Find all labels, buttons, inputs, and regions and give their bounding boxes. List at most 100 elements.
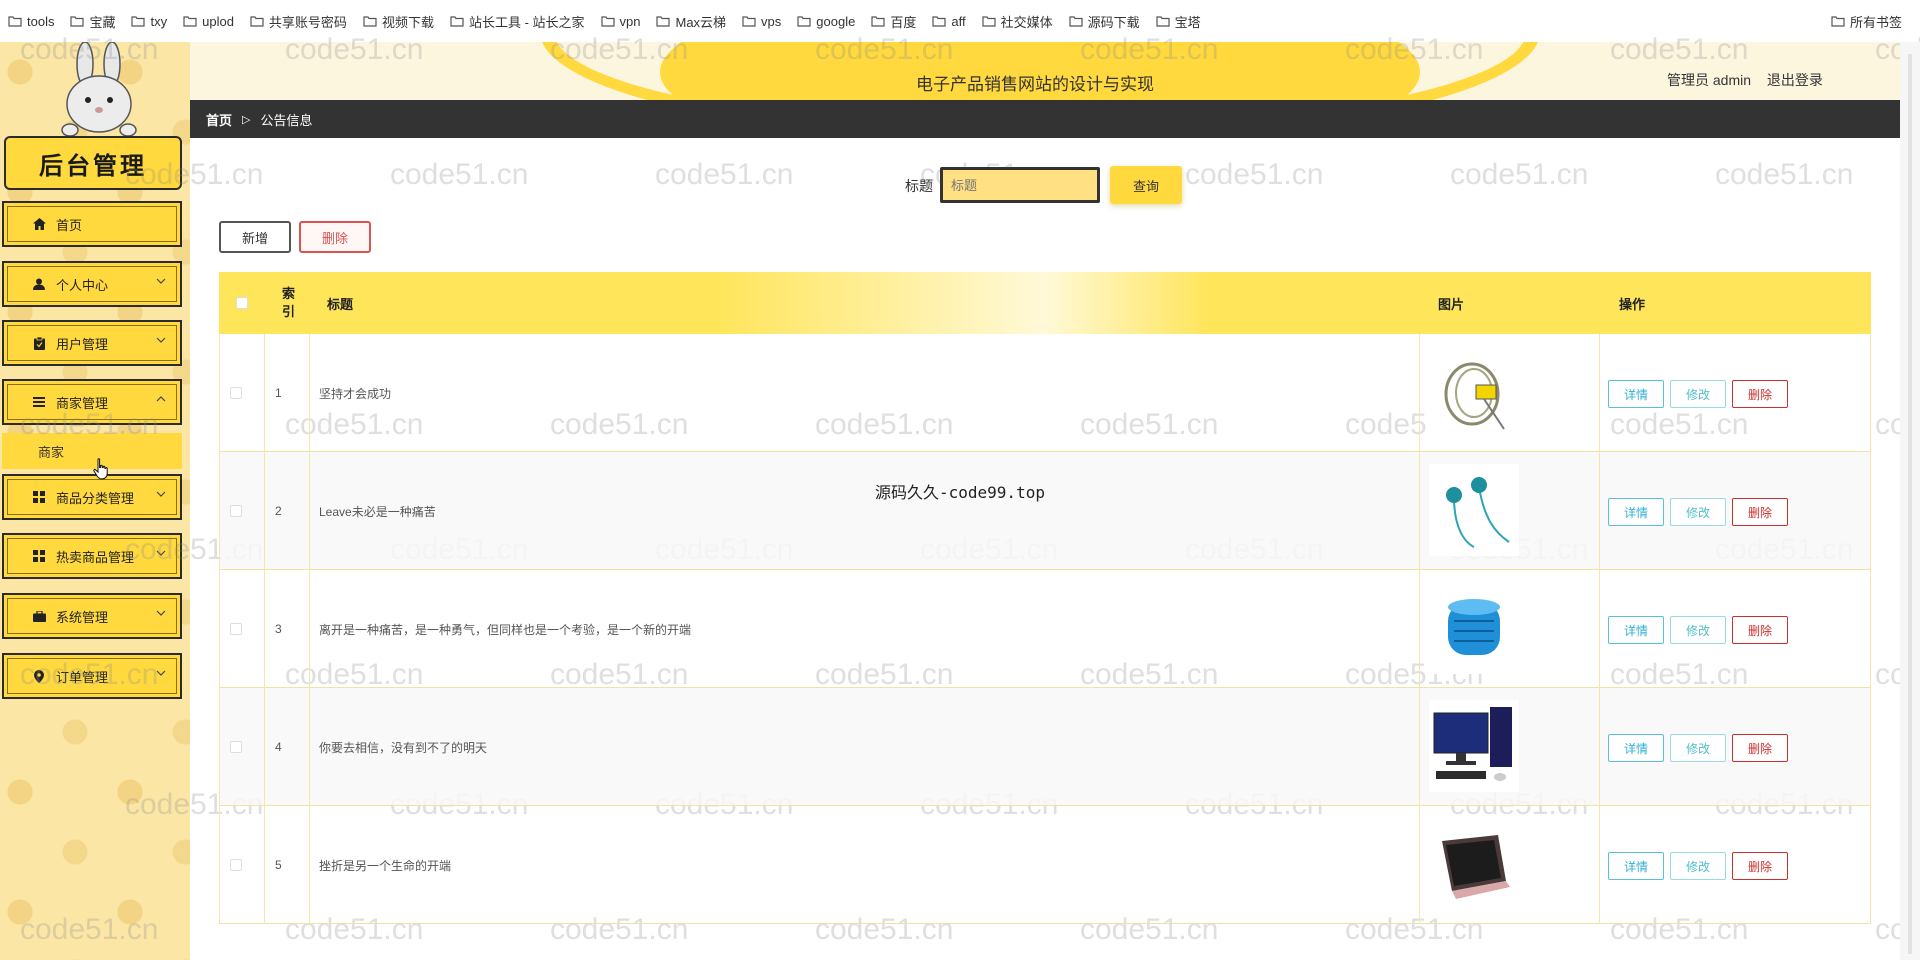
menu-item-personal-center[interactable]: 个人中心 [2,261,182,307]
folder-icon [250,16,264,27]
bookmark-item[interactable]: aff [932,13,966,29]
detail-button[interactable]: 详情 [1608,616,1664,644]
menu-item-order-management[interactable]: 订单管理 [2,653,182,699]
row-title: 挫折是另一个生命的开端 [319,858,452,873]
row-index: 1 [275,386,282,400]
row-title: 坚持才会成功 [319,386,392,401]
row-title: Leave未必是一种痛苦 [319,504,436,519]
chevron-down-icon [156,337,166,343]
detail-button[interactable]: 详情 [1608,498,1664,526]
bookmark-label: 宝塔 [1174,14,1201,30]
list-icon [32,395,46,409]
bookmark-label: 百度 [890,14,917,30]
table-row: 3 离开是一种痛苦，是一种勇气，但同样也是一个考验，是一个新的开端 详情 修改 删除 [219,570,1871,688]
detail-button[interactable]: 详情 [1608,852,1664,880]
watermark-text: code51.cn [655,158,794,191]
detail-button[interactable]: 详情 [1608,380,1664,408]
laptop-product-image [1429,818,1519,910]
detail-button[interactable]: 详情 [1608,734,1664,762]
bookmark-label: 共享账号密码 [268,14,347,30]
folder-icon [797,16,811,27]
bookmark-item[interactable]: uplod [183,14,234,29]
bookmark-item[interactable]: tools [8,14,54,29]
row-title: 你要去相信，没有到不了的明天 [319,740,488,755]
delete-button[interactable]: 删除 [1732,852,1788,880]
bookmark-item[interactable]: 百度 [871,12,916,31]
bookmark-label: Max云梯 [675,14,727,30]
bookmark-item[interactable]: 源码下载 [1068,12,1140,31]
bookmark-item[interactable]: 社交媒体 [981,12,1053,31]
menu-item-system-management[interactable]: 系统管理 [2,593,182,639]
row-checkbox[interactable] [230,741,242,753]
all-bookmarks[interactable]: 所有书签 [1831,0,1902,42]
chevron-down-icon [156,278,166,284]
delete-button[interactable]: 删除 [1732,616,1788,644]
site-title: 电子产品销售网站的设计与实现 [916,75,1154,94]
delete-button[interactable]: 删除 [1732,380,1788,408]
bookmark-item[interactable]: 宝塔 [1155,12,1201,31]
bookmark-label: vps [761,13,782,29]
vertical-scrollbar[interactable] [1900,42,1920,960]
bookmark-item[interactable]: 共享账号密码 [250,12,347,31]
user-area: 管理员 admin 退出登录 [1667,70,1835,90]
batch-delete-button[interactable]: 删除 [299,221,371,253]
edit-button[interactable]: 修改 [1670,616,1726,644]
folder-icon [1155,16,1170,27]
bookmark-item[interactable]: google [797,14,855,29]
row-checkbox[interactable] [230,859,242,871]
bookmark-label: vpn [619,13,641,29]
folder-icon [8,16,22,27]
search-button[interactable]: 查询 [1110,166,1182,204]
logout-link[interactable]: 退出登录 [1767,72,1823,88]
folder-icon [1068,16,1083,27]
all-bookmarks-label: 所有书签 [1849,14,1902,30]
breadcrumb-separator-icon: ▷ [242,113,251,126]
menu-item-home[interactable]: 首页 [2,201,182,247]
cable-product-image [1429,346,1519,438]
bookmark-item[interactable]: Max云梯 [656,12,726,31]
menu-item-hot-products[interactable]: 热卖商品管理 [2,533,182,579]
menu-label: 热卖商品管理 [56,549,135,565]
bookmark-item[interactable]: vps [742,14,781,29]
edit-button[interactable]: 修改 [1670,498,1726,526]
add-button[interactable]: 新增 [219,221,291,253]
select-all-checkbox[interactable] [236,272,248,334]
bookmark-item[interactable]: 宝藏 [70,12,115,31]
delete-button[interactable]: 删除 [1732,498,1788,526]
row-checkbox[interactable] [230,387,242,399]
clipboard-icon [32,336,46,350]
menu-item-category-management[interactable]: 商品分类管理 [2,474,182,520]
row-checkbox[interactable] [230,623,242,635]
folder-icon [1831,16,1845,27]
row-checkbox[interactable] [230,505,242,517]
col-image-header: 图片 [1438,296,1465,312]
user-icon [32,277,46,291]
menu-label: 订单管理 [56,669,109,685]
bookmark-label: uplod [202,13,234,29]
bookmark-item[interactable]: vpn [600,13,641,29]
speaker-product-image [1429,582,1519,674]
folder-icon [932,16,946,27]
bookmark-item[interactable]: 站长工具 - 站长之家 [450,12,585,31]
breadcrumb-home[interactable]: 首页 [206,110,232,129]
bookmark-item[interactable]: txy [131,14,167,29]
delete-button[interactable]: 删除 [1732,734,1788,762]
briefcase-icon [32,609,46,623]
folder-icon [981,16,996,27]
breadcrumb-current: 公告信息 [260,112,313,128]
folder-icon [742,16,756,27]
bookmark-label: aff [951,13,966,29]
bookmark-label: 源码下载 [1087,14,1140,30]
search-input[interactable] [940,167,1100,203]
bookmark-label: tools [27,13,55,29]
submenu-item-merchant[interactable]: 商家 [2,433,182,469]
menu-item-user-management[interactable]: 用户管理 [2,320,182,366]
edit-button[interactable]: 修改 [1670,852,1726,880]
col-action-header: 操作 [1619,296,1646,312]
notice-table: 索引 标题 图片 操作 1 坚持才会成功 详情 修改 删除 2 Leave未必是一种痛苦 详情… [219,272,1871,924]
edit-button[interactable]: 修改 [1670,380,1726,408]
bookmark-item[interactable]: 视频下载 [363,12,434,31]
chevron-down-icon [156,610,166,616]
edit-button[interactable]: 修改 [1670,734,1726,762]
menu-item-merchant-management[interactable]: 商家管理 [2,379,182,425]
